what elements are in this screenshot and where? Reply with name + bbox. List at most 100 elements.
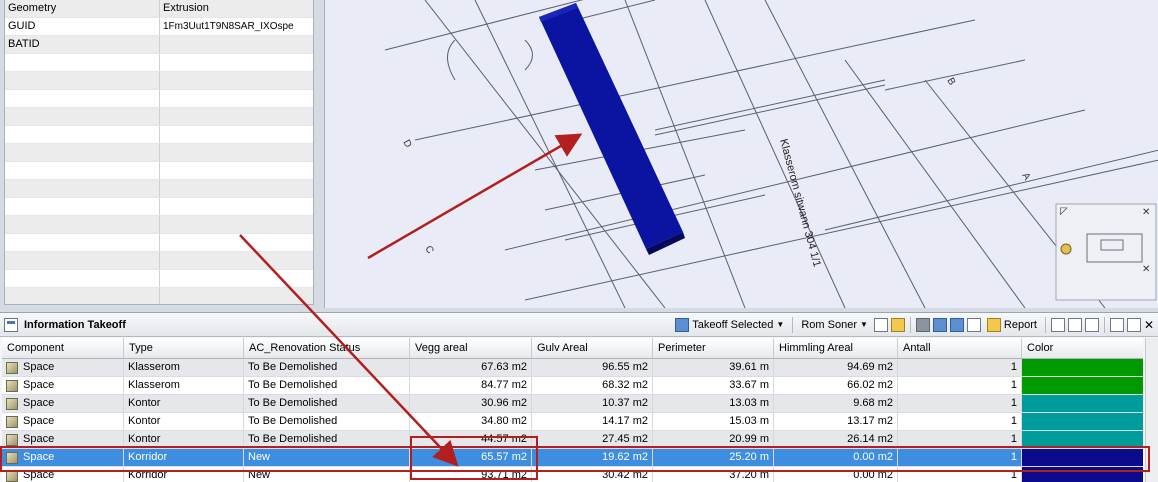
column-header-perimeter[interactable]: Perimeter <box>653 338 774 358</box>
cell-perimeter: 33.67 m <box>653 377 774 394</box>
panel-titlebar: Information Takeoff Takeoff Selected ▼ R… <box>0 313 1158 337</box>
cell-himmling: 66.02 m2 <box>774 377 898 394</box>
column-header-antall[interactable]: Antall <box>898 338 1022 358</box>
maximize-icon[interactable] <box>1126 317 1141 332</box>
cell-component: Space <box>23 379 55 391</box>
empty-row <box>5 144 313 162</box>
column-header-color[interactable]: Color <box>1022 338 1143 358</box>
color-swatch[interactable] <box>1022 395 1143 412</box>
cell-perimeter: 39.61 m <box>653 359 774 376</box>
selected-extrusion[interactable] <box>539 3 685 255</box>
cell-type: Klasserom <box>124 377 244 394</box>
cell-type: Kontor <box>124 413 244 430</box>
column-header-gulv-areal[interactable]: Gulv Areal <box>532 338 653 358</box>
takeoff-selected-dropdown[interactable]: Takeoff Selected ▼ <box>672 316 787 334</box>
cell-type: Kontor <box>124 395 244 412</box>
color-swatch[interactable] <box>1022 377 1143 394</box>
space-icon <box>6 379 18 392</box>
report-icon <box>986 317 1001 332</box>
cell-antall: 1 <box>898 395 1022 412</box>
column-header-himmling-areal[interactable]: Himmling Areal <box>774 338 898 358</box>
restore-window-icon[interactable] <box>1109 317 1124 332</box>
property-panel: Geometry Extrusion GUID 1Fm3Uut1T9N8SAR_… <box>4 0 314 305</box>
cell-himmling: 13.17 m2 <box>774 413 898 430</box>
cell-himmling: 9.68 m2 <box>774 395 898 412</box>
app-window: Geometry Extrusion GUID 1Fm3Uut1T9N8SAR_… <box>0 0 1158 482</box>
cell-vegg: 30.96 m2 <box>410 395 532 412</box>
grid-icon[interactable] <box>915 317 930 332</box>
toolbar-separator <box>909 316 911 333</box>
takeoff-icon <box>4 317 18 332</box>
empty-row <box>5 162 313 180</box>
color-swatch[interactable] <box>1022 413 1143 430</box>
column-header-vegg-areal[interactable]: Vegg areal <box>410 338 532 358</box>
column-header-component[interactable]: Component <box>2 338 124 358</box>
table-header: Component Type AC_Renovation Status Vegg… <box>2 338 1143 359</box>
property-row[interactable]: Geometry Extrusion <box>5 0 313 18</box>
empty-row <box>5 180 313 198</box>
report-label: Report <box>1003 318 1037 331</box>
property-row[interactable]: BATID <box>5 36 313 54</box>
cell-status: To Be Demolished <box>244 359 410 376</box>
toolbar-separator <box>1103 316 1105 333</box>
save-icon[interactable] <box>932 317 947 332</box>
table-row[interactable]: Space Kontor To Be Demolished 34.80 m2 1… <box>2 413 1143 431</box>
empty-row <box>5 126 313 144</box>
cell-status: To Be Demolished <box>244 413 410 430</box>
space-icon <box>6 433 18 446</box>
color-swatch[interactable] <box>1022 359 1143 376</box>
list-icon[interactable] <box>1084 317 1099 332</box>
table-row[interactable]: Space Klasserom To Be Demolished 84.77 m… <box>2 377 1143 395</box>
cell-vegg: 84.77 m2 <box>410 377 532 394</box>
report-button[interactable]: Report <box>984 316 1040 334</box>
folder-icon[interactable] <box>949 317 964 332</box>
empty-row <box>5 216 313 234</box>
expand-all-icon[interactable] <box>1050 317 1065 332</box>
cell-perimeter: 15.03 m <box>653 413 774 430</box>
toolbar-separator <box>1044 316 1046 333</box>
cell-gulv: 10.37 m2 <box>532 395 653 412</box>
grid-label-b: B <box>944 76 957 88</box>
takeoff-icon <box>675 317 690 332</box>
cell-vegg: 34.80 m2 <box>410 413 532 430</box>
collapse-all-icon[interactable] <box>1067 317 1082 332</box>
takeoff-toolbar: Takeoff Selected ▼ Rom Soner ▼ Report ✕ <box>672 316 1158 334</box>
empty-row <box>5 72 313 90</box>
property-value <box>160 36 313 53</box>
room-label: Klasserom sitwann 304 1/1 <box>777 138 823 269</box>
grid-label-d: D <box>400 138 413 150</box>
toolbar-separator <box>792 316 794 333</box>
cell-perimeter: 13.03 m <box>653 395 774 412</box>
floor-plan-lines <box>384 0 1158 308</box>
panel-splitter[interactable] <box>316 0 324 308</box>
cell-gulv: 14.17 m2 <box>532 413 653 430</box>
rom-soner-dropdown[interactable]: Rom Soner ▼ <box>798 316 871 334</box>
column-header-renovation-status[interactable]: AC_Renovation Status <box>244 338 410 358</box>
close-icon[interactable]: ✕ <box>1142 207 1150 218</box>
empty-row <box>5 54 313 72</box>
3d-viewport[interactable]: D C B A Klasserom sitwann 304 1/1 ◸ ✕ ✕ <box>324 0 1158 308</box>
chevron-down-icon: ▼ <box>859 320 868 329</box>
table-row[interactable]: Space Klasserom To Be Demolished 67.63 m… <box>2 359 1143 377</box>
cell-antall: 1 <box>898 359 1022 376</box>
copy-icon[interactable] <box>873 317 888 332</box>
panel-title: Information Takeoff <box>24 318 126 331</box>
close-icon[interactable]: ✕ <box>1144 318 1154 332</box>
cell-vegg: 67.63 m2 <box>410 359 532 376</box>
cell-status: To Be Demolished <box>244 377 410 394</box>
space-icon <box>6 415 18 428</box>
tree-icon[interactable] <box>966 317 981 332</box>
navigation-minimap[interactable]: ◸ ✕ ✕ <box>1055 203 1157 301</box>
cell-component: Space <box>23 397 55 409</box>
empty-row <box>5 252 313 270</box>
column-header-type[interactable]: Type <box>124 338 244 358</box>
cell-type: Klasserom <box>124 359 244 376</box>
table-row[interactable]: Space Kontor To Be Demolished 30.96 m2 1… <box>2 395 1143 413</box>
cell-antall: 1 <box>898 377 1022 394</box>
open-folder-icon[interactable] <box>890 317 905 332</box>
cell-status: To Be Demolished <box>244 395 410 412</box>
close-icon[interactable]: ✕ <box>1142 264 1150 275</box>
annotation-highlight-row <box>0 446 1150 472</box>
property-row[interactable]: GUID 1Fm3Uut1T9N8SAR_IXOspe <box>5 18 313 36</box>
cell-gulv: 68.32 m2 <box>532 377 653 394</box>
